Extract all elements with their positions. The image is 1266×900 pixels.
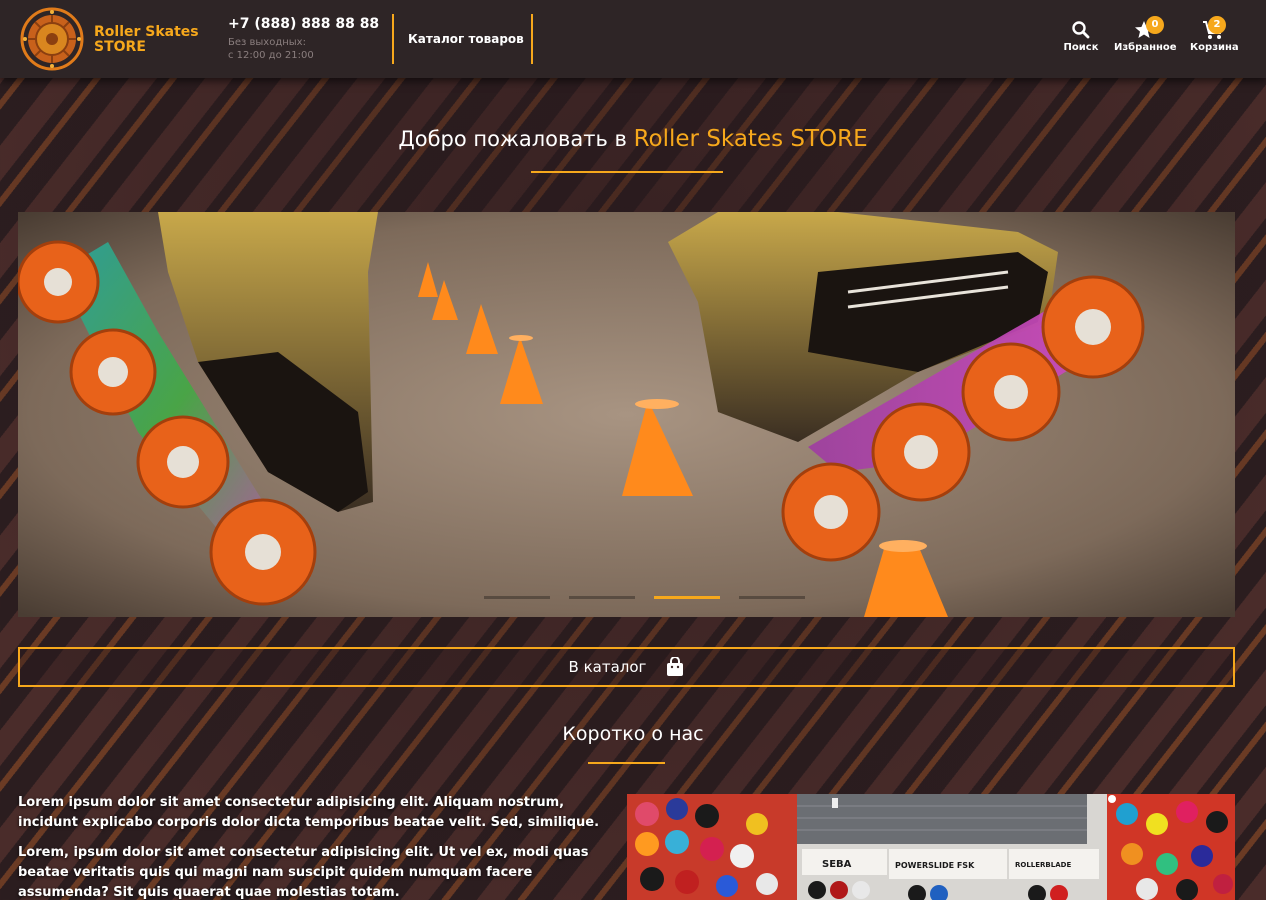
slider-dot-2[interactable] bbox=[569, 596, 635, 599]
welcome-prefix: Добро пожаловать в bbox=[398, 127, 627, 151]
brand-line-2: STORE bbox=[94, 39, 146, 55]
shopping-bag-icon bbox=[667, 657, 684, 676]
working-hours-time: с 12:00 до 21:00 bbox=[228, 50, 314, 61]
go-to-catalog-button[interactable]: В каталог bbox=[18, 647, 1235, 687]
catalog-button-label: В каталог bbox=[568, 658, 647, 676]
about-paragraph-2: Lorem, ipsum dolor sit amet consectetur … bbox=[18, 845, 589, 900]
hero-slide-image bbox=[18, 212, 1235, 617]
search-icon bbox=[1072, 21, 1090, 39]
logo-icon[interactable] bbox=[20, 7, 84, 71]
search-button[interactable]: Поиск bbox=[1062, 20, 1100, 53]
store-sign-seba: SEBA bbox=[822, 859, 852, 870]
site-header: Roller Skates STORE +7 (888) 888 88 88 Б… bbox=[0, 0, 1266, 78]
cart-count-badge: 2 bbox=[1208, 16, 1226, 34]
about-underline bbox=[588, 762, 665, 764]
slider-dot-4[interactable] bbox=[739, 596, 805, 599]
store-sign-rollerblade: ROLLERBLADE bbox=[1015, 861, 1071, 869]
cart-button[interactable]: Корзина 2 bbox=[1190, 16, 1239, 53]
welcome-underline bbox=[531, 171, 723, 173]
header-divider-right bbox=[531, 14, 533, 64]
favorites-count-badge: 0 bbox=[1146, 16, 1164, 34]
brand-name[interactable]: Roller Skates STORE bbox=[94, 25, 214, 55]
cart-label: Корзина bbox=[1190, 42, 1239, 53]
header-divider-left bbox=[392, 14, 394, 64]
store-sign-powerslide: POWERSLIDE FSK bbox=[895, 861, 975, 870]
phone-number[interactable]: +7 (888) 888 88 88 bbox=[228, 16, 379, 32]
catalog-nav-link[interactable]: Каталог товаров bbox=[408, 32, 524, 46]
search-label: Поиск bbox=[1063, 42, 1099, 53]
welcome-heading: Добро пожаловать в Roller Skates STORE bbox=[0, 126, 1266, 152]
about-heading: Коротко о нас bbox=[562, 723, 704, 745]
welcome-brand: Roller Skates STORE bbox=[633, 126, 868, 152]
store-interior-photo: SEBA POWERSLIDE FSK ROLLERBLADE bbox=[627, 794, 1235, 900]
working-hours-days: Без выходных: bbox=[228, 37, 306, 48]
slider-dot-1[interactable] bbox=[484, 596, 550, 599]
about-paragraph-1: Lorem ipsum dolor sit amet consectetur a… bbox=[18, 795, 600, 830]
hero-slider[interactable] bbox=[18, 212, 1235, 617]
brand-line-1: Roller Skates bbox=[94, 24, 199, 40]
slider-dot-3[interactable] bbox=[654, 596, 720, 599]
favorites-label: Избранное bbox=[1114, 42, 1177, 53]
favorites-button[interactable]: Избранное 0 bbox=[1114, 16, 1177, 53]
